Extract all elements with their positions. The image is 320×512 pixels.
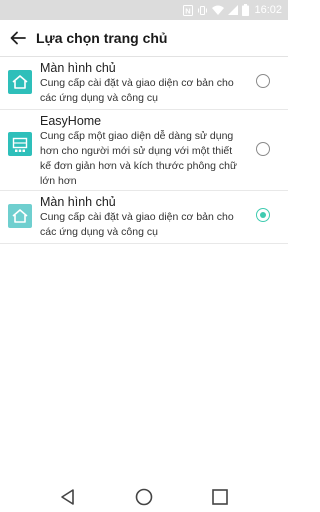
home-icon (8, 204, 32, 228)
home-option-title: Màn hình chủ (40, 195, 116, 209)
easyhome-option-title: EasyHome (40, 114, 102, 128)
home-option-text: Màn hình chủ Cung cấp cài đặt và giao di… (40, 194, 245, 240)
home-option-description: Cung cấp cài đặt và giao diện cơ bản cho… (40, 77, 234, 104)
status-bar: N 16:02 (0, 0, 288, 20)
signal-icon (228, 5, 239, 15)
nav-recents-button[interactable] (211, 488, 229, 506)
home-options-list: Màn hình chủ Cung cấp cài đặt và giao di… (0, 57, 288, 244)
home-option-radio-selected[interactable] (256, 208, 270, 222)
easyhome-option-row[interactable]: EasyHome Cung cấp một giao diện dễ dàng … (0, 110, 288, 191)
home-option-radio[interactable] (256, 74, 270, 88)
home-circle-icon (135, 488, 153, 506)
easyhome-option-radio[interactable] (256, 142, 270, 156)
easyhome-icon (8, 132, 32, 156)
easyhome-option-description: Cung cấp một giao diện dễ dàng sử dụng h… (40, 130, 237, 187)
vibrate-icon (198, 5, 208, 15)
home-option-row[interactable]: Màn hình chủ Cung cấp cài đặt và giao di… (0, 57, 288, 110)
app-bar: Lựa chọn trang chủ (0, 20, 288, 57)
back-triangle-icon (61, 489, 74, 505)
home-option-text: Màn hình chủ Cung cấp cài đặt và giao di… (40, 60, 245, 106)
battery-icon (242, 4, 250, 16)
easyhome-option-text: EasyHome Cung cấp một giao diện dễ dàng … (40, 113, 245, 189)
home-icon (8, 70, 32, 94)
nav-back-button[interactable] (59, 488, 77, 506)
recents-square-icon (212, 489, 228, 505)
status-icons: N 16:02 (183, 3, 282, 17)
status-time: 16:02 (254, 4, 282, 16)
back-button[interactable] (6, 26, 30, 50)
back-arrow-icon (10, 31, 26, 45)
home-option-title: Màn hình chủ (40, 61, 116, 75)
wifi-icon (212, 5, 225, 15)
navigation-bar (0, 480, 288, 512)
nfc-icon: N (183, 4, 194, 16)
page-title: Lựa chọn trang chủ (36, 30, 168, 46)
svg-text:N: N (186, 6, 191, 15)
home-option-row[interactable]: Màn hình chủ Cung cấp cài đặt và giao di… (0, 191, 288, 244)
home-option-description: Cung cấp cài đặt và giao diện cơ bản cho… (40, 211, 234, 238)
nav-home-button[interactable] (135, 488, 153, 506)
